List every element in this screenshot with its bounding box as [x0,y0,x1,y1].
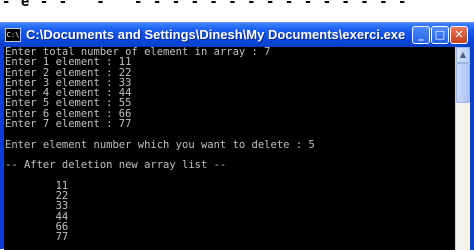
minimize-button[interactable]: _ [412,26,430,44]
console-line: Enter 7 element : 77 [5,118,132,131]
window-title: C:\Documents and Settings\Dinesh\My Docu… [26,27,406,42]
console-line: Enter element number which you want to d… [5,138,315,151]
maximize-button[interactable]: □ [431,26,449,44]
close-button[interactable]: ✕ [450,26,468,44]
console-text: Enter total number of element in array :… [5,47,315,243]
console-line: 77 [5,231,69,244]
console-output-area[interactable]: Enter total number of element in array :… [4,47,455,250]
background-text: - e - - ' - ' - - - - - - - - - - - - - … [2,0,408,10]
vertical-scrollbar[interactable]: ▲ [455,47,470,250]
title-bar[interactable]: C:\ C:\Documents and Settings\Dinesh\My … [0,23,474,47]
console-line: -- After deletion new array list -- [5,159,227,172]
background-text-strip: - e - - ' - ' - - - - - - - - - - - - - … [0,0,474,20]
console-window: C:\ C:\Documents and Settings\Dinesh\My … [0,22,474,250]
console-app-icon[interactable]: C:\ [5,28,21,42]
window-frame-edge [470,47,474,250]
scroll-up-button[interactable]: ▲ [456,47,470,63]
scroll-thumb[interactable] [456,63,470,103]
